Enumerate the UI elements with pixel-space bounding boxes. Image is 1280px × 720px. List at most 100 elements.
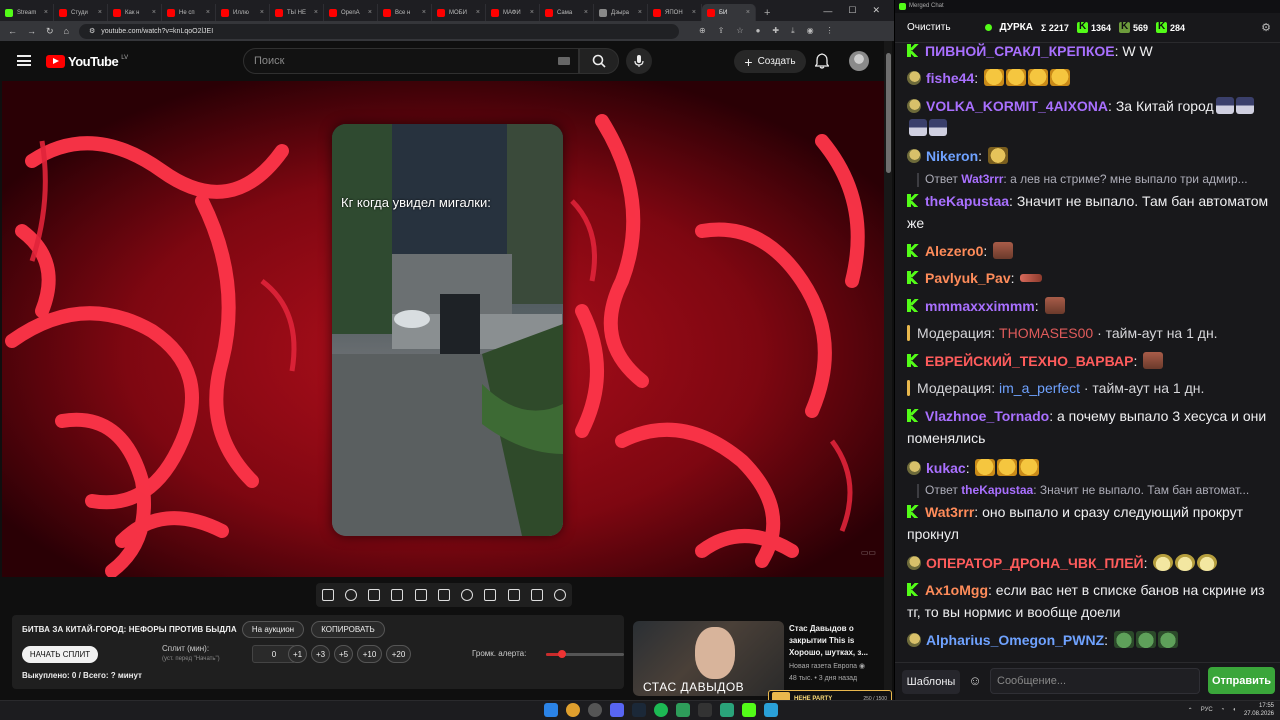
chat-username[interactable]: Wat3rrr xyxy=(925,504,974,520)
tab-close-icon[interactable]: × xyxy=(98,9,102,16)
app-icon[interactable] xyxy=(676,703,690,717)
templates-button[interactable]: Шаблоны xyxy=(902,670,960,694)
settings-icon[interactable] xyxy=(554,589,567,601)
search-button[interactable] xyxy=(579,48,619,74)
chat-reply-context[interactable]: Ответ theKapustaa: Значит не выпало. Там… xyxy=(907,482,1269,498)
tray-chevron-icon[interactable]: ⌃ xyxy=(1188,707,1193,714)
notifications-button[interactable] xyxy=(814,53,830,74)
browser-tab[interactable]: Дзыра × xyxy=(594,4,648,21)
search-input[interactable]: Поиск xyxy=(243,48,579,74)
browser-tab[interactable]: МАФИ × xyxy=(486,4,540,21)
chat-username[interactable]: mmmaxxximmm xyxy=(925,298,1035,314)
chat-username[interactable]: Vlazhnoe_Tornado xyxy=(925,408,1049,424)
obs-icon[interactable] xyxy=(588,703,602,717)
chat-username[interactable]: Pavlyuk_Pav xyxy=(925,270,1011,286)
youtube-logo[interactable]: YouTube LV xyxy=(46,54,128,69)
tab-close-icon[interactable]: × xyxy=(638,9,642,16)
zoom-icon[interactable]: ⊕ xyxy=(699,26,706,36)
pip-icon[interactable] xyxy=(414,589,427,601)
chat-input[interactable] xyxy=(990,668,1200,694)
telegram-icon[interactable] xyxy=(764,703,778,717)
profile-icon[interactable]: ◉ xyxy=(807,26,814,36)
chat-username[interactable]: Ax1oMgg xyxy=(925,582,988,598)
chat-username[interactable]: ПИВНОЙ_СРАКЛ_КРЕПКОЕ xyxy=(925,43,1115,59)
copy-button[interactable]: КОПИРОВАТЬ xyxy=(311,621,385,638)
browser-tab[interactable]: Stream × xyxy=(0,4,54,21)
url-field[interactable]: ⚙ youtube.com/watch?v=knLqoO2lJEI xyxy=(78,23,679,39)
step-button[interactable]: +20 xyxy=(386,645,411,663)
steam-icon[interactable] xyxy=(632,703,646,717)
hamburger-icon[interactable] xyxy=(17,55,31,66)
speed-icon[interactable] xyxy=(461,589,474,601)
moderated-username[interactable]: THOMASES00 xyxy=(999,325,1093,341)
browser-tab[interactable]: Все н × xyxy=(378,4,432,21)
create-button[interactable]: + Создать xyxy=(734,50,806,73)
video-player[interactable]: Кг когда увидел мигалки: ▭▭ xyxy=(2,81,884,577)
puzzle-icon[interactable]: ✚ xyxy=(772,26,779,36)
screenshot-list-icon[interactable] xyxy=(368,589,381,601)
share-icon[interactable]: ⇪ xyxy=(718,26,725,36)
menu-icon[interactable]: ⋮ xyxy=(826,26,834,36)
reload-icon[interactable]: ↻ xyxy=(46,26,54,37)
close-icon[interactable]: ✕ xyxy=(872,5,880,16)
browser-tab[interactable]: МОБИ × xyxy=(432,4,486,21)
theater-icon[interactable] xyxy=(437,589,450,601)
tab-close-icon[interactable]: × xyxy=(692,9,696,16)
tab-close-icon[interactable]: × xyxy=(368,9,372,16)
step-button[interactable]: +1 xyxy=(288,645,307,663)
terminal-icon[interactable] xyxy=(698,703,712,717)
to-auction-button[interactable]: На аукцион xyxy=(242,621,304,638)
chat-username[interactable]: ЕВРЕЙСКИЙ_ТЕХНО_ВАРВАР xyxy=(925,353,1134,369)
tab-close-icon[interactable]: × xyxy=(422,9,426,16)
chat-reply-context[interactable]: Ответ Wat3rrr: а лев на стриме? мне выпа… xyxy=(907,171,1269,187)
send-button[interactable]: Отправить xyxy=(1208,667,1275,694)
home-icon[interactable]: ⌂ xyxy=(64,26,69,36)
browser-tab[interactable]: Иллю × xyxy=(216,4,270,21)
site-info-icon[interactable]: ⚙ xyxy=(89,27,95,35)
recommended-video[interactable]: СТАС ДАВЫДОВ Стас Давыдов о закрытии Thi… xyxy=(633,621,883,696)
chrome-icon[interactable] xyxy=(566,703,580,717)
chat-username[interactable]: theKapustaa xyxy=(925,193,1009,209)
video-thumbnail[interactable]: СТАС ДАВЫДОВ xyxy=(633,621,784,696)
maximize-icon[interactable]: ☐ xyxy=(848,5,856,16)
tab-close-icon[interactable]: × xyxy=(260,9,264,16)
bookmark-icon[interactable]: ☆ xyxy=(736,26,743,36)
spotify-icon[interactable] xyxy=(654,703,668,717)
discord-icon[interactable] xyxy=(610,703,624,717)
browser-tab[interactable]: OpenA × xyxy=(324,4,378,21)
voice-search-button[interactable] xyxy=(626,48,652,74)
clock[interactable]: 17:55 27.08.2026 xyxy=(1244,702,1274,718)
chat-username[interactable]: kukac xyxy=(926,460,966,476)
volume-slider[interactable] xyxy=(546,650,624,658)
clear-button[interactable]: Очистить xyxy=(905,19,953,36)
tab-close-icon[interactable]: × xyxy=(152,9,156,16)
flask-icon[interactable] xyxy=(531,589,544,601)
page-scrollbar[interactable] xyxy=(884,41,892,696)
back-icon[interactable]: ← xyxy=(8,26,17,36)
step-button[interactable]: +3 xyxy=(311,645,330,663)
moderated-username[interactable]: im_a_perfect xyxy=(999,380,1080,396)
language-indicator[interactable]: РУС xyxy=(1201,707,1213,713)
tab-close-icon[interactable]: × xyxy=(314,9,318,16)
start-split-button[interactable]: НАЧАТЬ СПЛИТ xyxy=(22,646,98,663)
chat-username[interactable]: VOLKA_KORMIT_4AIXONA xyxy=(926,98,1108,114)
chat-username[interactable]: Alpharius_Omegon_PWNZ xyxy=(926,632,1104,648)
tab-close-icon[interactable]: × xyxy=(746,9,750,16)
browser-tab[interactable]: ЯПОН × xyxy=(648,4,702,21)
browser-tab[interactable]: ТЫ НЕ × xyxy=(270,4,324,21)
volume-icon[interactable]: ◖ xyxy=(1232,707,1236,713)
avatar[interactable] xyxy=(849,51,869,71)
download-icon[interactable]: ⤓ xyxy=(791,26,795,36)
browser-tab[interactable]: Сама × xyxy=(540,4,594,21)
minimize-icon[interactable]: — xyxy=(823,6,832,16)
tab-close-icon[interactable]: × xyxy=(206,9,210,16)
tab-close-icon[interactable]: × xyxy=(530,9,534,16)
broadcast-icon[interactable] xyxy=(344,589,357,601)
chat-username[interactable]: ОПЕРАТОР_ДРОНА_ЧВК_ПЛЕЙ xyxy=(926,555,1144,571)
forward-icon[interactable]: → xyxy=(27,26,36,36)
browser-tab[interactable]: Студи × xyxy=(54,4,108,21)
recommended-title[interactable]: Стас Давыдов о закрытии This is Хорошо, … xyxy=(789,623,881,659)
reply-username[interactable]: Wat3rrr xyxy=(961,172,1003,186)
extension-icon[interactable]: ● xyxy=(756,26,761,36)
reply-username[interactable]: theKapustaa xyxy=(961,483,1033,497)
